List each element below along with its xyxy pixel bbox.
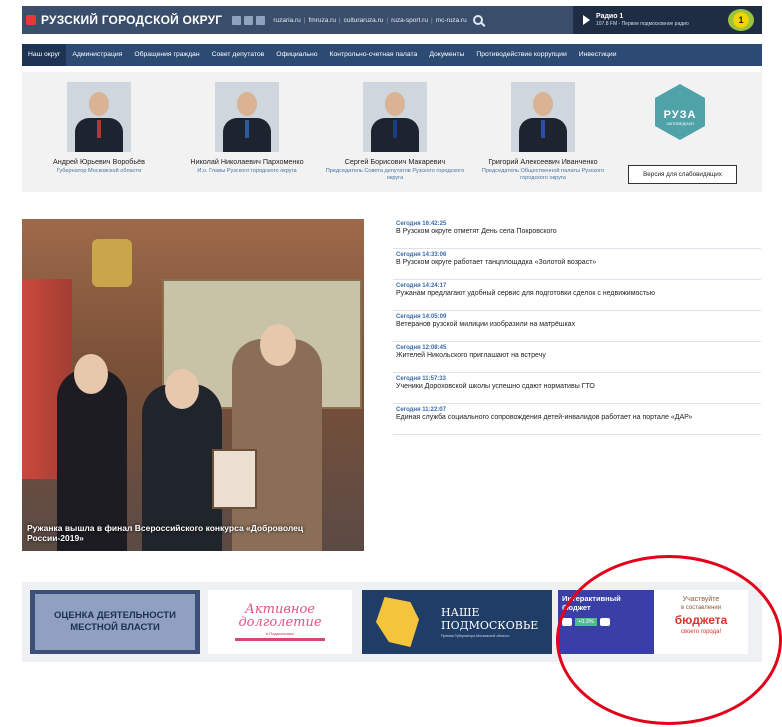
highlight-ring — [556, 555, 782, 725]
official-card[interactable]: Николай Николаевич Пархоменко И.о. Главы… — [172, 82, 322, 175]
facebook-icon[interactable] — [244, 15, 254, 25]
official-role: Председатель Общественной палаты Рузског… — [481, 168, 605, 181]
news-time: Сегодня 11:22:07 — [396, 407, 446, 413]
official-card[interactable]: Григорий Алексеевич Иванченко Председате… — [468, 82, 618, 182]
partner-links: ruzaria.ru | fmruza.ru | culturaruza.ru | r… — [273, 16, 467, 24]
news-time: Сегодня 11:57:33 — [396, 376, 446, 382]
nav-item-our-district[interactable]: Наш округ — [22, 44, 67, 66]
nav-item-council[interactable]: Совет депутатов — [206, 44, 271, 66]
radio-player[interactable]: Радио 1 107.8 FM - Первое подмосковное р… — [573, 6, 762, 34]
banner-active-longevity-sub: в Подмосковье — [265, 631, 294, 636]
nav-item-citizen-appeals[interactable]: Обращения граждан — [128, 44, 205, 66]
official-card[interactable]: Сергей Борисович Макаревич Председатель … — [320, 82, 470, 182]
news-item[interactable]: Сегодня 11:22:07 Единая служба социальног… — [393, 404, 761, 435]
featured-news-caption[interactable]: Ружанка вышла в финал Всероссийского кон… — [27, 523, 357, 543]
banner-local-government-rating[interactable]: ОЦЕНКА ДЕЯТЕЛЬНОСТИ МЕСТНОЙ ВЛАСТИ — [30, 590, 200, 654]
nav-item-anti-corruption[interactable]: Противодействие коррупции — [470, 44, 572, 66]
officials-panel: Андрей Юрьевич Воробьёв Губернатор Моско… — [22, 72, 762, 192]
banner-our-podmoskovye-title: НАШЕ ПОДМОСКОВЬЕ — [441, 605, 539, 632]
ruza-logo-sub: ЗАПОВЕДНАЯ — [666, 120, 694, 126]
news-time: Сегодня 14:33:06 — [396, 252, 447, 258]
official-role: И.о. Главы Рузского городского округа — [197, 168, 297, 174]
official-role: Губернатор Московской области — [56, 168, 142, 174]
news-item[interactable]: Сегодня 11:57:33 Ученики Дороховской школ… — [393, 373, 761, 404]
emblem-icon — [26, 15, 36, 25]
news-item[interactable]: Сегодня 14:24:17 Ружанам предлагают удобн… — [393, 280, 761, 311]
news-item[interactable]: Сегодня 14:05:09 Ветеранов рузской милици… — [393, 311, 761, 342]
official-card[interactable]: Андрей Юрьевич Воробьёв Губернатор Моско… — [24, 82, 174, 175]
featured-news-image[interactable]: Ружанка вышла в финал Всероссийского кон… — [22, 219, 364, 551]
news-item[interactable]: Сегодня 12:08:45 Жителей Никольского приг… — [393, 342, 761, 373]
radio-name: Радио 1 — [596, 13, 624, 20]
ruza-logo[interactable]: РУЗА ЗАПОВЕДНАЯ — [655, 84, 705, 140]
nav-item-audit-chamber[interactable]: Контрольно-счетная палата — [323, 44, 423, 66]
news-item[interactable]: Сегодня 14:33:06 В Рузском округе работае… — [393, 249, 761, 280]
nav-item-administration[interactable]: Администрация — [66, 44, 128, 66]
official-photo[interactable] — [67, 82, 131, 152]
news-time: Сегодня 12:08:45 — [396, 345, 447, 351]
official-photo[interactable] — [363, 82, 427, 152]
news-time: Сегодня 14:05:09 — [396, 314, 447, 320]
banner-active-longevity-title: Активное долголетие — [238, 602, 322, 630]
banner-local-government-rating-text: ОЦЕНКА ДЕЯТЕЛЬНОСТИ МЕСТНОЙ ВЛАСТИ — [35, 594, 195, 650]
nav-item-investments[interactable]: Инвестиции — [573, 44, 623, 66]
official-role: Председатель Совета депутатов Рузского г… — [325, 168, 465, 181]
news-title[interactable]: Ветеранов рузской милиции изобразили на … — [396, 321, 761, 328]
news-time: Сегодня 16:42:25 — [396, 221, 447, 227]
main-nav: Наш округ Администрация Обращения гражда… — [22, 44, 762, 66]
ruza-logo-title: РУЗА — [663, 108, 697, 121]
social-icons — [232, 15, 266, 25]
news-time: Сегодня 14:24:17 — [396, 283, 447, 289]
link-fmruza[interactable]: fmruza.ru — [308, 17, 335, 24]
news-item[interactable]: Сегодня 16:42:25 В Рузском округе отметят… — [393, 218, 761, 249]
official-name[interactable]: Николай Николаевич Пархоменко — [172, 157, 322, 166]
banner-our-podmoskovye-sub: Премия Губернатора Московской области — [441, 634, 510, 639]
news-title[interactable]: Единая служба социального сопровождения … — [396, 414, 761, 421]
region-map-icon — [376, 597, 420, 647]
site-title[interactable]: РУЗСКИЙ ГОРОДСКОЙ ОКРУГ — [41, 13, 222, 27]
official-name[interactable]: Григорий Алексеевич Иванченко — [468, 157, 618, 166]
link-mc-ruza[interactable]: mc-ruza.ru — [436, 17, 467, 24]
vk-icon[interactable] — [232, 15, 242, 25]
link-ruzaria[interactable]: ruzaria.ru — [273, 17, 300, 24]
link-culturaruza[interactable]: culturaruza.ru — [344, 17, 384, 24]
link-ruza-sport[interactable]: ruza-sport.ru — [391, 17, 428, 24]
news-title[interactable]: В Рузском округе отметят День села Покро… — [396, 228, 761, 235]
radio-logo: 1 — [728, 9, 754, 31]
official-photo[interactable] — [215, 82, 279, 152]
official-name[interactable]: Андрей Юрьевич Воробьёв — [24, 157, 174, 166]
official-photo[interactable] — [511, 82, 575, 152]
official-name[interactable]: Сергей Борисович Макаревич — [320, 157, 470, 166]
top-header: РУЗСКИЙ ГОРОДСКОЙ ОКРУГ ruzaria.ru | fmru… — [22, 6, 762, 34]
news-list: Сегодня 16:42:25 В Рузском округе отметят… — [393, 218, 761, 435]
news-title[interactable]: Ученики Дороховской школы успешно сдают … — [396, 383, 761, 390]
news-title[interactable]: В Рузском округе работает танцплощадка «… — [396, 259, 761, 266]
play-icon[interactable] — [583, 15, 590, 25]
news-title[interactable]: Жителей Никольского приглашают на встреч… — [396, 352, 761, 359]
radio-subtitle: 107.8 FM - Первое подмосковное радио — [596, 21, 689, 27]
banner-active-longevity[interactable]: Активное долголетие в Подмосковье — [208, 590, 352, 654]
nav-item-documents[interactable]: Документы — [423, 44, 470, 66]
nav-item-official[interactable]: Официально — [270, 44, 323, 66]
odnoklassniki-icon[interactable] — [256, 15, 266, 25]
accessibility-button[interactable]: Версия для слабовидящих — [628, 165, 737, 184]
news-title[interactable]: Ружанам предлагают удобный сервис для по… — [396, 290, 761, 297]
search-icon[interactable] — [472, 15, 483, 25]
banner-our-podmoskovye[interactable]: НАШЕ ПОДМОСКОВЬЕ Премия Губернатора Моск… — [362, 590, 552, 654]
